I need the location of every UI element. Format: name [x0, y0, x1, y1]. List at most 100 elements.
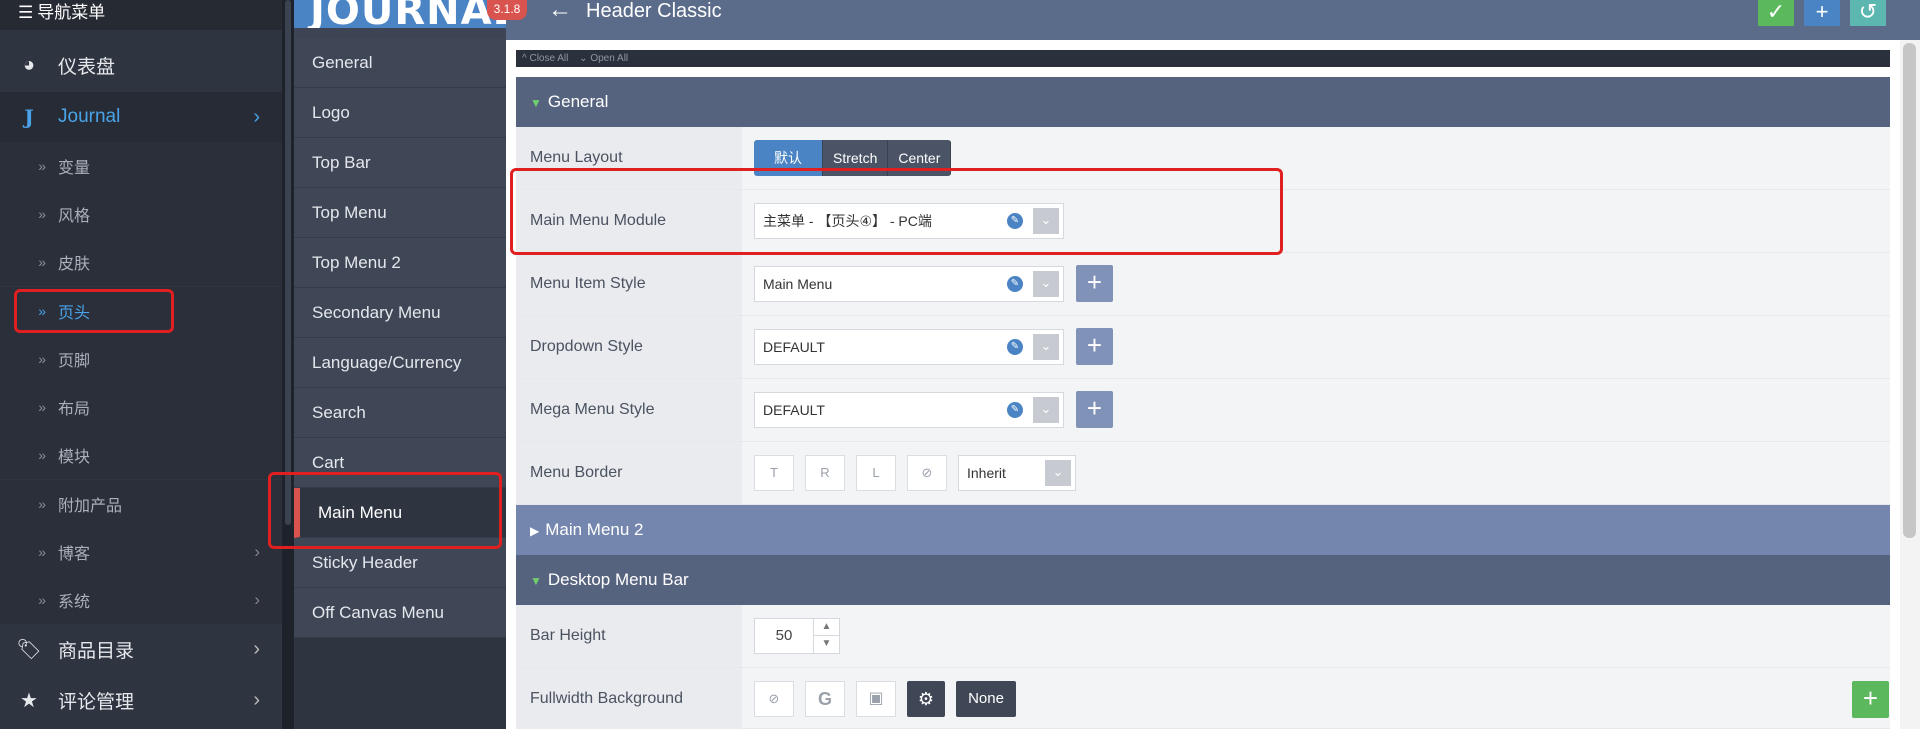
edit-pencil-icon[interactable]: ✎: [1007, 276, 1023, 292]
layout-option-default[interactable]: 默认: [754, 140, 823, 176]
nav-sub-layout[interactable]: » 布局: [0, 383, 282, 431]
submenu-item-language-currency[interactable]: Language/Currency: [294, 338, 506, 388]
nav-header[interactable]: ☰ 导航菜单: [0, 0, 282, 30]
select-value: DEFAULT: [763, 339, 825, 355]
star-icon: ★: [20, 689, 38, 712]
row-fullwidth-background: Fullwidth Background ⊘ G ▣ ⚙ None +: [516, 668, 1890, 729]
settings-button[interactable]: ⚙: [907, 681, 945, 717]
main-menu-module-select[interactable]: 主菜单 - 【页头④】 - PC端 ✎ ⌄: [754, 203, 1064, 239]
nav-sub-label: 皮肤: [58, 256, 91, 273]
plus-icon: +: [1086, 330, 1103, 360]
submenu-item-top-bar[interactable]: Top Bar: [294, 138, 506, 188]
save-button[interactable]: ✓: [1758, 0, 1794, 26]
edit-pencil-icon[interactable]: ✎: [1007, 213, 1023, 229]
nav-sub-footer[interactable]: » 页脚: [0, 335, 282, 383]
add-menu-item-style-button[interactable]: +: [1076, 265, 1113, 302]
background-none-button[interactable]: None: [956, 681, 1016, 717]
section-main-menu-2[interactable]: ▶ Main Menu 2: [516, 505, 1890, 555]
scrollbar-thumb[interactable]: [1903, 43, 1916, 538]
chevron-down-icon[interactable]: ⌄: [1033, 208, 1059, 234]
nav-sub-addons[interactable]: » 附加产品: [0, 480, 282, 528]
chevron-down-icon[interactable]: ⌄: [1045, 460, 1071, 486]
chevron-up-icon[interactable]: ▲: [813, 619, 839, 636]
submenu-item-logo[interactable]: Logo: [294, 88, 506, 138]
submenu-item-top-menu-2[interactable]: Top Menu 2: [294, 238, 506, 288]
submenu-item-secondary-menu[interactable]: Secondary Menu: [294, 288, 506, 338]
nav-sub-blog[interactable]: » 博客 ›: [0, 528, 282, 576]
layout-option-center[interactable]: Center: [888, 140, 952, 176]
stepper-value[interactable]: 50: [755, 619, 813, 653]
nav-sub-label: 页头: [58, 305, 91, 322]
field-label: Menu Item Style: [516, 253, 742, 315]
add-button[interactable]: +: [1804, 0, 1840, 26]
row-main-menu-module: Main Menu Module 主菜单 - 【页头④】 - PC端 ✎ ⌄: [516, 190, 1890, 253]
layout-option-stretch[interactable]: Stretch: [823, 140, 889, 176]
scrollbar-thumb[interactable]: [285, 0, 291, 525]
border-left-toggle[interactable]: L: [856, 455, 896, 491]
field-label: Menu Layout: [516, 127, 742, 189]
submenu-item-general[interactable]: General: [294, 38, 506, 88]
nav-item-journal[interactable]: J Journal ›: [0, 92, 282, 142]
nav-item-label: Journal: [58, 106, 121, 127]
nav-scrollbar[interactable]: [282, 0, 294, 729]
nav-sub-style[interactable]: » 风格: [0, 190, 282, 238]
nav-sub-label: 系统: [58, 594, 91, 611]
image-button[interactable]: ▣: [856, 681, 896, 717]
add-dropdown-style-button[interactable]: +: [1076, 328, 1113, 365]
google-gradient-button[interactable]: G: [805, 681, 845, 717]
add-mega-menu-style-button[interactable]: +: [1076, 391, 1113, 428]
bar-height-stepper[interactable]: 50 ▲ ▼: [754, 618, 840, 654]
history-button[interactable]: ↺: [1850, 0, 1886, 26]
nav-sub-variables[interactable]: » 变量: [0, 142, 282, 190]
submenu-item-cart[interactable]: Cart: [294, 438, 506, 488]
border-right-toggle[interactable]: R: [805, 455, 845, 491]
chevron-down-icon[interactable]: ⌄: [1033, 334, 1059, 360]
chevron-down-icon[interactable]: ⌄: [1033, 397, 1059, 423]
nav-item-catalog[interactable]: 🏷 商品目录 ›: [0, 624, 282, 674]
nav-item-dashboard[interactable]: ◕ 仪表盘: [0, 40, 282, 90]
no-color-button[interactable]: ⊘: [907, 455, 947, 491]
edit-pencil-icon[interactable]: ✎: [1007, 402, 1023, 418]
nav-item-label: 仪表盘: [58, 56, 116, 78]
chevron-down-icon[interactable]: ▼: [813, 636, 839, 653]
add-background-button[interactable]: +: [1852, 681, 1889, 718]
mega-menu-style-select[interactable]: DEFAULT ✎ ⌄: [754, 392, 1064, 428]
double-chevron-icon: »: [38, 158, 46, 174]
nav-item-label: 商品目录: [58, 640, 135, 662]
edit-pencil-icon[interactable]: ✎: [1007, 339, 1023, 355]
history-icon: ↺: [1858, 0, 1878, 24]
menu-border-select[interactable]: Inherit ⌄: [958, 455, 1076, 491]
submenu-filler: [294, 638, 506, 729]
main-scrollbar[interactable]: [1900, 40, 1920, 729]
close-all-link[interactable]: ^ Close All: [522, 53, 568, 64]
tag-icon: 🏷: [16, 638, 42, 661]
nav-sub-modules[interactable]: » 模块: [0, 431, 282, 479]
back-arrow-icon[interactable]: ←: [548, 0, 572, 24]
double-chevron-icon: »: [38, 592, 46, 608]
submenu-item-off-canvas-menu[interactable]: Off Canvas Menu: [294, 588, 506, 638]
dropdown-style-select[interactable]: DEFAULT ✎ ⌄: [754, 329, 1064, 365]
field-label: Main Menu Module: [516, 190, 742, 252]
submenu-item-main-menu[interactable]: Main Menu: [294, 488, 506, 538]
no-color-button[interactable]: ⊘: [754, 681, 794, 717]
submenu-item-sticky-header[interactable]: Sticky Header: [294, 538, 506, 588]
chevron-down-icon[interactable]: ⌄: [1033, 271, 1059, 297]
border-top-toggle[interactable]: T: [754, 455, 794, 491]
section-general[interactable]: ▼ General: [516, 77, 1890, 127]
chevron-right-icon: ›: [253, 638, 260, 660]
chevron-right-icon: ›: [253, 689, 260, 711]
submenu-item-search[interactable]: Search: [294, 388, 506, 438]
double-chevron-icon: »: [38, 351, 46, 367]
section-desktop-menu-bar[interactable]: ▼ Desktop Menu Bar: [516, 555, 1890, 605]
nav-sub-skin[interactable]: » 皮肤: [0, 238, 282, 286]
nav-sub-label: 布局: [58, 401, 91, 418]
plus-icon: +: [1862, 683, 1879, 713]
nav-sub-header[interactable]: » 页头: [0, 287, 282, 335]
submenu-item-top-menu[interactable]: Top Menu: [294, 188, 506, 238]
menu-item-style-select[interactable]: Main Menu ✎ ⌄: [754, 266, 1064, 302]
nav-item-reviews[interactable]: ★ 评论管理 ›: [0, 675, 282, 725]
open-all-link[interactable]: ⌄ Open All: [579, 53, 628, 64]
double-chevron-icon: »: [38, 447, 46, 463]
plus-icon: +: [1086, 393, 1103, 423]
nav-sub-system[interactable]: » 系统 ›: [0, 576, 282, 624]
